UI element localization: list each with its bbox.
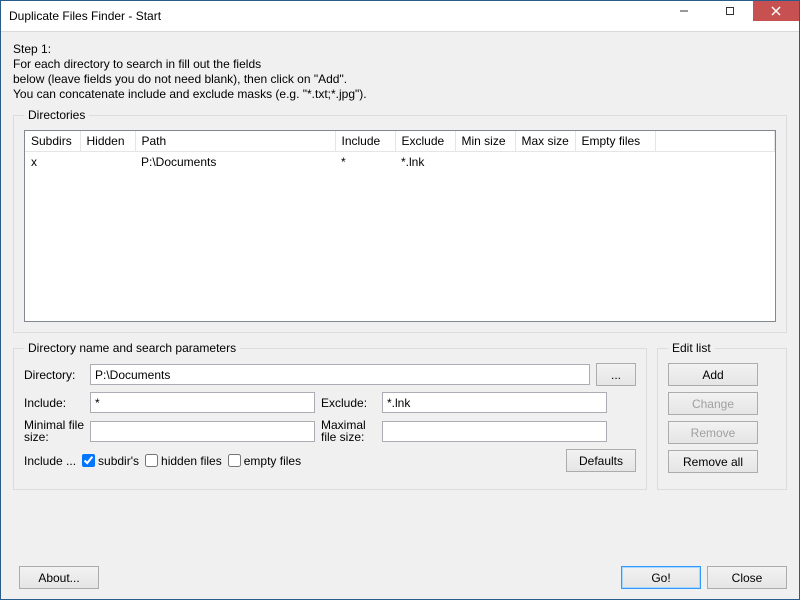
column-header-exclude[interactable]: Exclude: [395, 131, 455, 152]
hidden-checkbox[interactable]: [145, 454, 158, 467]
include-label: Include:: [24, 396, 84, 410]
add-button[interactable]: Add: [668, 363, 758, 386]
cell-exclude: *.lnk: [395, 152, 455, 173]
empty-checkbox[interactable]: [228, 454, 241, 467]
exclude-label: Exclude:: [321, 397, 376, 409]
window-controls: [661, 1, 799, 21]
instructions: Step 1: For each directory to search in …: [13, 42, 787, 102]
close-window-button[interactable]: [753, 1, 799, 21]
params-legend: Directory name and search parameters: [24, 341, 240, 355]
directories-legend: Directories: [24, 108, 89, 122]
minimize-button[interactable]: [661, 1, 707, 21]
minsize-input[interactable]: [90, 421, 315, 442]
column-header-maxsize[interactable]: Max size: [515, 131, 575, 152]
directories-table: Subdirs Hidden Path Include Exclude Min …: [25, 131, 775, 172]
client-area: Step 1: For each directory to search in …: [1, 32, 799, 599]
step-label: Step 1:: [13, 42, 787, 57]
go-button[interactable]: Go!: [621, 566, 701, 589]
browse-button[interactable]: ...: [596, 363, 636, 386]
column-header-subdirs[interactable]: Subdirs: [25, 131, 80, 152]
directories-group: Directories Subdirs Hidden Path Include: [13, 108, 787, 333]
cell-include: *: [335, 152, 395, 173]
minsize-label: Minimal file size:: [24, 419, 84, 443]
cell-subdirs: x: [25, 152, 80, 173]
directory-input[interactable]: [90, 364, 590, 385]
cell-hidden: [80, 152, 135, 173]
empty-checkbox-label[interactable]: empty files: [228, 454, 301, 468]
column-header-spacer: [655, 131, 775, 152]
column-header-path[interactable]: Path: [135, 131, 335, 152]
directories-listview[interactable]: Subdirs Hidden Path Include Exclude Min …: [24, 130, 776, 322]
cell-maxsize: [515, 152, 575, 173]
column-header-row: Subdirs Hidden Path Include Exclude Min …: [25, 131, 775, 152]
column-header-hidden[interactable]: Hidden: [80, 131, 135, 152]
params-group: Directory name and search parameters Dir…: [13, 341, 647, 490]
defaults-button[interactable]: Defaults: [566, 449, 636, 472]
subdirs-checkbox[interactable]: [82, 454, 95, 467]
remove-all-button[interactable]: Remove all: [668, 450, 758, 473]
instruction-line: You can concatenate include and exclude …: [13, 87, 787, 102]
column-header-minsize[interactable]: Min size: [455, 131, 515, 152]
bottom-bar: About... Go! Close: [13, 560, 787, 589]
include-input[interactable]: [90, 392, 315, 413]
directory-label: Directory:: [24, 368, 84, 382]
minimize-icon: [679, 6, 689, 16]
titlebar: Duplicate Files Finder - Start: [1, 1, 799, 32]
change-button[interactable]: Change: [668, 392, 758, 415]
editlist-group: Edit list Add Change Remove Remove all: [657, 341, 787, 490]
table-row[interactable]: x P:\Documents * *.lnk: [25, 152, 775, 173]
maxsize-input[interactable]: [382, 421, 607, 442]
editlist-legend: Edit list: [668, 341, 715, 355]
remove-button[interactable]: Remove: [668, 421, 758, 444]
params-row: Directory name and search parameters Dir…: [13, 341, 787, 498]
column-header-include[interactable]: Include: [335, 131, 395, 152]
about-button[interactable]: About...: [19, 566, 99, 589]
include-options-label: Include ...: [24, 454, 76, 468]
maximize-button[interactable]: [707, 1, 753, 21]
hidden-checkbox-label[interactable]: hidden files: [145, 454, 222, 468]
maximize-icon: [725, 6, 735, 16]
cell-emptyfiles: [575, 152, 655, 173]
window-title: Duplicate Files Finder - Start: [9, 9, 161, 23]
instruction-line: below (leave fields you do not need blan…: [13, 72, 787, 87]
close-button[interactable]: Close: [707, 566, 787, 589]
instruction-line: For each directory to search in fill out…: [13, 57, 787, 72]
close-icon: [771, 6, 781, 16]
window: Duplicate Files Finder - Start Step 1: F…: [0, 0, 800, 600]
cell-path: P:\Documents: [135, 152, 335, 173]
subdirs-checkbox-label[interactable]: subdir's: [82, 454, 139, 468]
column-header-emptyfiles[interactable]: Empty files: [575, 131, 655, 152]
maxsize-label: Maximal file size:: [321, 419, 376, 443]
exclude-input[interactable]: [382, 392, 607, 413]
cell-minsize: [455, 152, 515, 173]
